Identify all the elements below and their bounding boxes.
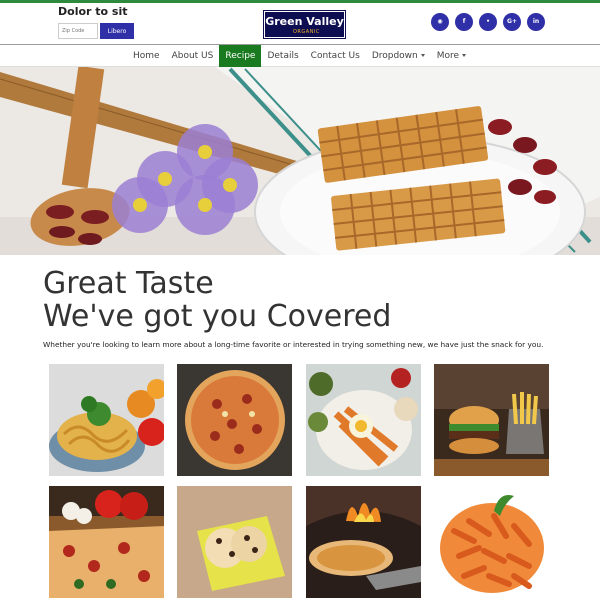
pizza-photo[interactable] — [177, 364, 292, 476]
salad-platter-photo[interactable] — [306, 364, 421, 476]
page: Dolor to sit Libero Green Valley ORGANIC… — [0, 0, 600, 600]
wood-fired-pizza-photo[interactable] — [306, 486, 421, 598]
cookies-photo[interactable] — [177, 486, 292, 598]
food-gallery — [0, 0, 600, 600]
penne-pasta-photo[interactable] — [434, 486, 549, 598]
burger-fries-photo[interactable] — [434, 364, 549, 476]
spaghetti-photo[interactable] — [49, 364, 164, 476]
pizza-slice-photo[interactable] — [49, 486, 164, 598]
